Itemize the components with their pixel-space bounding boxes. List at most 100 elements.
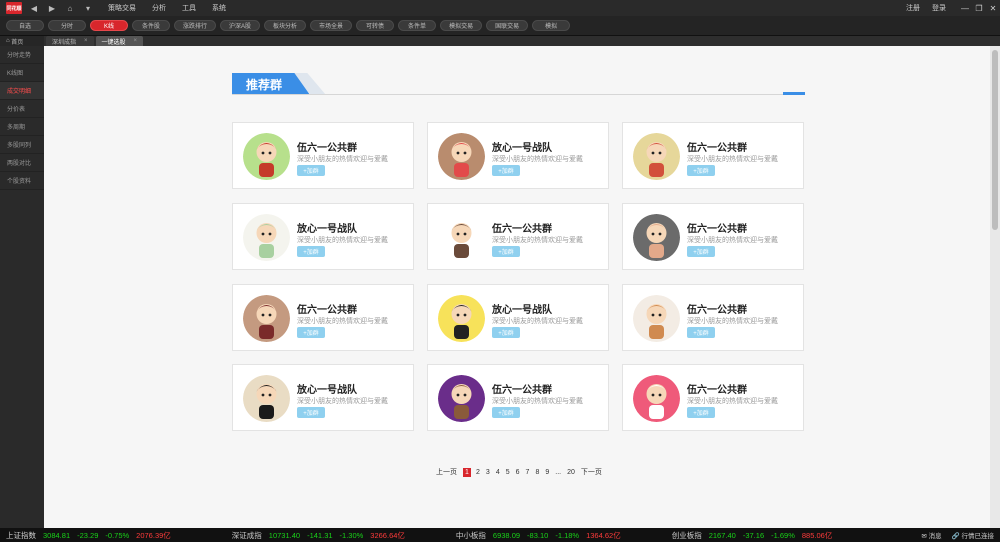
- connection-status[interactable]: 🔗 行情已连接: [952, 530, 994, 540]
- page-link[interactable]: 4: [496, 469, 500, 476]
- toolbar-button-a-shares[interactable]: 沪深A股: [220, 20, 261, 31]
- group-card[interactable]: 放心一号战队深受小朋友的热情欢迎与爱戴 +加群: [427, 122, 609, 189]
- join-group-button[interactable]: +加群: [492, 246, 520, 257]
- page-link[interactable]: 9: [545, 469, 549, 476]
- connection-label: 行情已连接: [961, 533, 995, 540]
- sidebar-item-multi-period[interactable]: 多周期: [0, 118, 44, 136]
- tab-shenzhen-index[interactable]: 深圳成指 ×: [46, 36, 94, 46]
- join-group-button[interactable]: +加群: [492, 327, 520, 338]
- join-group-button[interactable]: +加群: [297, 327, 325, 338]
- message-button[interactable]: ✉ 消息: [921, 530, 941, 540]
- forward-icon[interactable]: ▶: [46, 4, 58, 13]
- group-title[interactable]: 伍六一公共群: [687, 301, 747, 316]
- scrollbar[interactable]: [990, 46, 1000, 528]
- toolbar-button-timeshare[interactable]: 分时: [48, 20, 86, 31]
- toolbar-button-convertible[interactable]: 可转债: [356, 20, 395, 31]
- group-card[interactable]: 伍六一公共群 深受小朋友的热情欢迎与爱戴 +加群: [427, 364, 609, 431]
- toolbar-button-sim-trade[interactable]: 模拟交易: [440, 20, 483, 31]
- page-current[interactable]: 1: [463, 467, 471, 477]
- join-group-button[interactable]: +加群: [297, 246, 325, 257]
- group-title[interactable]: 放心一号战队: [297, 220, 357, 235]
- group-title[interactable]: 伍六一公共群: [492, 220, 552, 235]
- sidebar-item-price-table[interactable]: 分价表: [0, 100, 44, 118]
- page-link[interactable]: 8: [535, 469, 539, 476]
- group-card[interactable]: 伍六一公共群 深受小朋友的热情欢迎与爱戴 +加群: [622, 203, 804, 270]
- restore-icon[interactable]: ❐: [972, 4, 986, 13]
- group-card[interactable]: 伍六一公共群 深受小朋友的热情欢迎与爱戴 +加群: [622, 122, 804, 189]
- group-title[interactable]: 放心一号战队: [492, 139, 552, 154]
- tab-close-icon[interactable]: ×: [134, 38, 138, 44]
- group-card[interactable]: 伍六一公共群 深受小朋友的热情欢迎与爱戴 +加群: [427, 203, 609, 270]
- join-group-button[interactable]: +加群: [687, 407, 715, 418]
- sidebar-item-kline[interactable]: K线图: [0, 64, 44, 82]
- toolbar-button-sim[interactable]: 模拟: [532, 20, 571, 31]
- next-page-link[interactable]: 下一页: [581, 467, 602, 477]
- tab-close-icon[interactable]: ×: [84, 38, 88, 44]
- index-sme[interactable]: 中小板指 6938.09 -83.10 -1.18% 1364.62亿: [456, 530, 628, 541]
- toolbar-button-watchlist[interactable]: 自选: [6, 20, 44, 31]
- sidebar-item-compare[interactable]: 两股对比: [0, 154, 44, 172]
- toolbar-button-kline[interactable]: K线: [90, 20, 128, 31]
- group-title[interactable]: 伍六一公共群: [687, 139, 747, 154]
- join-group-button[interactable]: +加群: [687, 327, 715, 338]
- join-group-button[interactable]: +加群: [492, 407, 520, 418]
- group-avatar: [633, 375, 680, 422]
- sidebar-item-multi-stock[interactable]: 多股同列: [0, 136, 44, 154]
- group-title[interactable]: 伍六一公共群: [297, 301, 357, 316]
- prev-page-link[interactable]: 上一页: [436, 467, 457, 477]
- toolbar-button-guolian[interactable]: 国联交易: [486, 20, 529, 31]
- register-link[interactable]: 注册: [906, 3, 920, 13]
- group-title[interactable]: 伍六一公共群: [492, 381, 552, 396]
- page-link[interactable]: 3: [486, 469, 490, 476]
- page-link[interactable]: 5: [506, 469, 510, 476]
- index-shanghai[interactable]: 上证指数 3084.81 -23.29 -0.75% 2076.39亿: [6, 530, 178, 541]
- join-group-button[interactable]: +加群: [687, 246, 715, 257]
- toolbar-button-condition-order[interactable]: 条件单: [398, 20, 437, 31]
- sidebar-item-timeshare[interactable]: 分时走势: [0, 46, 44, 64]
- back-icon[interactable]: ◀: [28, 4, 40, 13]
- login-link[interactable]: 登录: [932, 3, 946, 13]
- main-content: 推荐群 伍六一公共群 深受小朋友的热情欢迎与爱戴 +加群 放心一号战队 深受小朋友的热情…: [44, 46, 990, 528]
- join-group-button[interactable]: +加群: [687, 165, 715, 176]
- group-card[interactable]: 放心一号战队 深受小朋友的热情欢迎与爱戴 +加群: [427, 284, 609, 351]
- group-card[interactable]: 放心一号战队 深受小朋友的热情欢迎与爱戴 +加群: [232, 364, 414, 431]
- home-icon[interactable]: ⌂: [64, 4, 76, 13]
- toolbar-button-condition-stock[interactable]: 条件股: [132, 20, 170, 31]
- group-title[interactable]: 放心一号战队: [492, 301, 552, 316]
- sidebar-item-trade-detail[interactable]: 成交明细: [0, 82, 44, 100]
- toolbar-button-market-overview[interactable]: 市场全景: [310, 20, 353, 31]
- dropdown-icon[interactable]: ▾: [82, 4, 94, 13]
- tab-label: 深圳成指: [52, 39, 77, 46]
- menu-system[interactable]: 系统: [212, 3, 226, 13]
- scrollbar-thumb[interactable]: [992, 50, 998, 230]
- minimize-icon[interactable]: —: [958, 4, 972, 13]
- group-card[interactable]: 伍六一公共群 深受小朋友的热情欢迎与爱戴 +加群: [622, 364, 804, 431]
- group-description: 深受小朋友的热情欢迎与爱戴: [492, 156, 583, 163]
- group-title[interactable]: 放心一号战队: [297, 381, 357, 396]
- page-link[interactable]: 7: [526, 469, 530, 476]
- group-title[interactable]: 伍六一公共群: [687, 220, 747, 235]
- page-link[interactable]: 2: [476, 469, 480, 476]
- toolbar-button-sector[interactable]: 板块分析: [264, 20, 307, 31]
- group-title[interactable]: 伍六一公共群: [687, 381, 747, 396]
- group-card[interactable]: 放心一号战队 深受小朋友的热情欢迎与爱戴 +加群: [232, 203, 414, 270]
- page-link[interactable]: 20: [567, 469, 575, 476]
- tab-stock-picker[interactable]: 一键选股 ×: [95, 36, 144, 46]
- toolbar-button-ranking[interactable]: 涨跌排行: [174, 20, 217, 31]
- join-group-button[interactable]: +加群: [297, 165, 325, 176]
- page-link[interactable]: 6: [516, 469, 520, 476]
- close-icon[interactable]: ✕: [986, 4, 1000, 13]
- index-shenzhen[interactable]: 深证成指 10731.40 -141.31 -1.30% 3266.64亿: [232, 530, 412, 541]
- group-card[interactable]: 伍六一公共群 深受小朋友的热情欢迎与爱戴 +加群: [232, 284, 414, 351]
- sidebar-item-profile[interactable]: 个股资料: [0, 172, 44, 190]
- menu-tools[interactable]: 工具: [182, 3, 196, 13]
- tab-home[interactable]: ⌂ 首页: [0, 36, 44, 46]
- join-group-button[interactable]: +加群: [297, 407, 325, 418]
- group-card[interactable]: 伍六一公共群 深受小朋友的热情欢迎与爱戴 +加群: [232, 122, 414, 189]
- index-chinext[interactable]: 创业板指 2167.40 -37.16 -1.69% 885.06亿: [672, 530, 840, 541]
- menu-analysis[interactable]: 分析: [152, 3, 166, 13]
- group-card[interactable]: 伍六一公共群 深受小朋友的热情欢迎与爱戴 +加群: [622, 284, 804, 351]
- menu-strategy-trading[interactable]: 策略交易: [108, 3, 136, 13]
- group-title[interactable]: 伍六一公共群: [297, 139, 357, 154]
- join-group-button[interactable]: +加群: [492, 165, 520, 176]
